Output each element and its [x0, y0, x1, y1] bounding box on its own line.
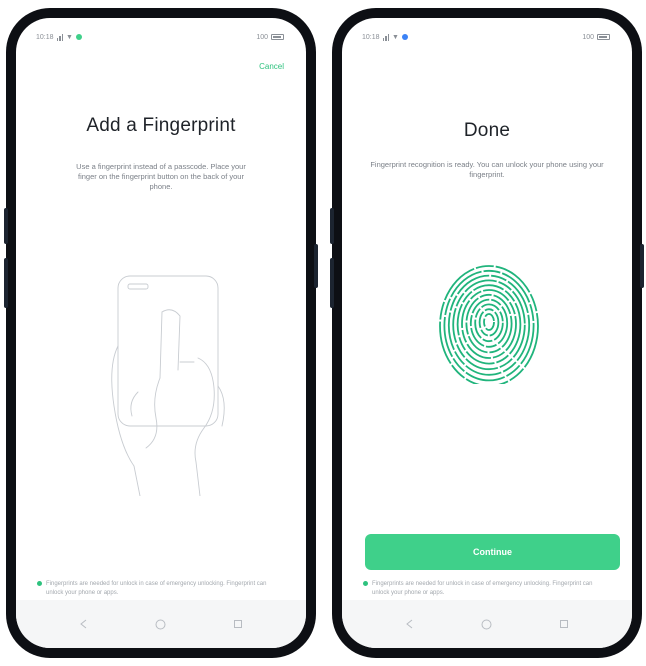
- side-button: [330, 208, 334, 244]
- fingerprint-done-screen: 10:18 ▼ 100 Done Fingerprint recognition…: [342, 18, 632, 648]
- page-title: Add a Fingerprint: [86, 115, 236, 136]
- home-icon[interactable]: [478, 615, 496, 633]
- wifi-icon: ▼: [66, 33, 73, 41]
- fingerprint-ridge: [439, 265, 539, 387]
- fingerprint-ridge: [452, 279, 526, 371]
- status-right: 100: [582, 34, 610, 41]
- recents-icon[interactable]: [555, 615, 573, 633]
- signal-icon: [382, 33, 390, 41]
- add-fingerprint-screen: 10:18 ▼ 100 Cancel Add a Fingerprint Use…: [16, 18, 306, 648]
- status-left: 10:18 ▼: [36, 33, 82, 41]
- signal-icon: [56, 33, 64, 41]
- info-icon: [37, 581, 42, 586]
- notification-icon: [401, 34, 408, 40]
- fingerprint-ridge: [469, 298, 509, 348]
- notification-icon: [75, 34, 82, 40]
- page-description: Fingerprint recognition is ready. You ca…: [370, 160, 604, 179]
- home-icon[interactable]: [152, 615, 170, 633]
- phone-left: 10:18 ▼ 100 Cancel Add a Fingerprint Use…: [4, 8, 318, 658]
- status-bar: 10:18 ▼ 100: [342, 18, 632, 52]
- fingerprint-ridge: [483, 313, 495, 331]
- note-text: Fingerprints are needed for unlock in ca…: [46, 581, 267, 596]
- status-battery-level: 100: [256, 33, 268, 41]
- navigation-bar: [342, 600, 632, 648]
- page-title: Done: [463, 120, 511, 141]
- status-time: 10:18: [362, 33, 380, 41]
- battery-icon: [597, 34, 610, 40]
- continue-button[interactable]: Continue: [365, 534, 620, 570]
- fingerprint-note: Fingerprints are needed for unlock in ca…: [37, 580, 282, 597]
- phone-right: 10:18 ▼ 100 Done Fingerprint recognition…: [330, 8, 644, 658]
- back-icon[interactable]: [75, 615, 93, 633]
- hand-holding-phone-illustration: [94, 266, 244, 497]
- status-right: 100: [256, 34, 284, 41]
- side-button: [4, 258, 8, 308]
- battery-icon: [271, 34, 284, 40]
- side-button: [314, 244, 318, 288]
- wifi-icon: ▼: [392, 33, 399, 41]
- side-button: [640, 244, 644, 288]
- status-time: 10:18: [36, 33, 54, 41]
- side-button: [4, 208, 8, 244]
- status-left: 10:18 ▼: [362, 33, 408, 41]
- fingerprint-icon: [438, 256, 540, 387]
- recents-icon[interactable]: [229, 615, 247, 633]
- info-icon: [363, 581, 368, 586]
- status-bar: 10:18 ▼ 100: [16, 18, 306, 52]
- side-button: [330, 258, 334, 308]
- status-battery-level: 100: [582, 33, 594, 41]
- page-description: Use a fingerprint instead of a passcode.…: [76, 162, 246, 191]
- fingerprint-ridge: [465, 293, 513, 354]
- note-text: Fingerprints are needed for unlock in ca…: [372, 581, 593, 596]
- cancel-button[interactable]: Cancel: [259, 62, 284, 71]
- back-icon[interactable]: [401, 615, 419, 633]
- fingerprint-note: Fingerprints are needed for unlock in ca…: [363, 580, 608, 597]
- navigation-bar: [16, 600, 306, 648]
